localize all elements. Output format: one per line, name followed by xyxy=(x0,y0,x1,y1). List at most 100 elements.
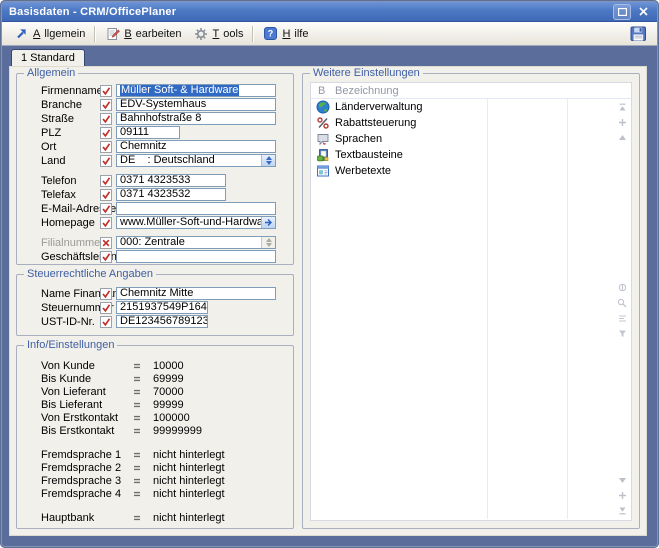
edit-icon xyxy=(105,27,120,41)
scroll-last-icon[interactable] xyxy=(618,506,627,515)
info-value: 99999 xyxy=(153,399,184,411)
check-icon[interactable] xyxy=(100,113,112,125)
field-value: Müller Soft- & Hardware xyxy=(117,85,275,96)
check-icon[interactable] xyxy=(100,99,112,111)
up-arrow-icon xyxy=(266,156,272,160)
firmenname-input[interactable]: Müller Soft- & Hardware xyxy=(116,84,276,97)
info-label: Bis Kunde xyxy=(41,373,133,385)
field-row-geschaftsleitung: Geschäftsleitung xyxy=(41,250,287,263)
dropdown-button xyxy=(261,237,275,248)
field-label: Homepage xyxy=(41,217,100,229)
ust-id-nr-input[interactable]: DE123456789123 xyxy=(116,315,208,328)
telefon-input[interactable]: 0371 4323533 xyxy=(116,174,226,187)
list-item-textbausteine[interactable]: Textbausteine xyxy=(311,147,631,163)
info-value: nicht hinterlegt xyxy=(153,475,225,487)
field-row-plz: PLZ09111 xyxy=(41,126,287,139)
info-row-von-kunde: Von Kunde10000 xyxy=(41,359,287,372)
close-icon[interactable] xyxy=(636,5,650,19)
check-icon[interactable] xyxy=(100,127,112,139)
selected-text: Müller Soft- & Hardware xyxy=(120,85,239,96)
menu-item-hilfe[interactable]: ?Hilfe xyxy=(257,25,314,43)
info-label: Fremdsprache 4 xyxy=(41,488,133,500)
column-header-b[interactable]: B xyxy=(311,85,335,97)
check-icon[interactable] xyxy=(100,189,112,201)
list-item-landerverwaltung[interactable]: Länderverwaltung xyxy=(311,99,631,115)
scroll-first-icon[interactable] xyxy=(618,103,627,112)
info-row-von-lieferant: Von Lieferant70000 xyxy=(41,385,287,398)
filialnummer-select[interactable]: 000: Zentrale xyxy=(116,236,276,249)
help-icon: ? xyxy=(263,27,278,41)
info-value: 99999999 xyxy=(153,425,202,437)
group-title: Allgemein xyxy=(24,67,78,79)
info-label: Bis Erstkontakt xyxy=(41,425,133,437)
filter-icon[interactable] xyxy=(618,329,627,338)
field-row-firmenname: FirmennameMüller Soft- & Hardware xyxy=(41,84,287,97)
group-title: Info/Einstellungen xyxy=(24,339,117,351)
plz-input[interactable]: 09111 xyxy=(116,126,180,139)
scroll-down-icon[interactable] xyxy=(618,476,627,485)
check-icon[interactable] xyxy=(100,85,112,97)
field-value: Bahnhofstraße 8 xyxy=(117,113,275,124)
column-header-bezeichnung[interactable]: Bezeichnung xyxy=(335,85,399,97)
field-value: 2151937549P1644 xyxy=(117,302,207,313)
check-icon[interactable] xyxy=(100,316,112,328)
land-select[interactable]: DE : Deutschland xyxy=(116,154,276,167)
search-icon[interactable] xyxy=(617,298,627,308)
list-item-rabattsteuerung[interactable]: Rabattsteuerung xyxy=(311,115,631,131)
info-label: Von Lieferant xyxy=(41,386,133,398)
scroll-add-icon[interactable] xyxy=(618,118,627,127)
check-icon[interactable] xyxy=(100,302,112,314)
menu-item-label: ilfe xyxy=(294,28,308,40)
gear-icon xyxy=(194,27,209,41)
equals-icon xyxy=(133,362,153,370)
field-label: Telefon xyxy=(41,175,100,187)
group-title: Weitere Einstellungen xyxy=(310,67,423,79)
field-row-ust-id-nr: UST-ID-Nr.DE123456789123 xyxy=(41,315,287,328)
group-steuerrechtliche-angaben: Steuerrechtliche Angaben Name FinanzamtC… xyxy=(16,274,294,336)
check-icon[interactable] xyxy=(100,217,112,229)
save-button[interactable] xyxy=(627,24,649,43)
homepage-input[interactable]: www.Müller-Soft-und-Hardware.de xyxy=(116,216,276,229)
scroll-add-icon[interactable] xyxy=(618,491,627,500)
ort-input[interactable]: Chemnitz xyxy=(116,140,276,153)
dropdown-button[interactable] xyxy=(261,155,275,166)
check-icon[interactable] xyxy=(100,251,112,263)
info-label: Fremdsprache 2 xyxy=(41,462,133,474)
branche-input[interactable]: EDV-Systemhaus xyxy=(116,98,276,111)
restore-icon[interactable] xyxy=(613,4,631,20)
menu-item-tools[interactable]: Tools xyxy=(188,25,250,43)
info-value: nicht hinterlegt xyxy=(153,449,225,461)
name-finanzamt-input[interactable]: Chemnitz Mitte xyxy=(116,287,276,300)
check-icon[interactable] xyxy=(100,141,112,153)
field-label: Ort xyxy=(41,141,100,153)
field-value: EDV-Systemhaus xyxy=(117,99,275,110)
field-value: DE123456789123 xyxy=(117,316,207,327)
menu-item-bearbeiten[interactable]: Bearbeiten xyxy=(99,25,187,43)
strasse-input[interactable]: Bahnhofstraße 8 xyxy=(116,112,276,125)
check-icon[interactable] xyxy=(100,155,112,167)
geschaftsleitung-input[interactable] xyxy=(116,250,276,263)
scroll-up-icon[interactable] xyxy=(618,133,627,142)
menu-item-label: T xyxy=(213,28,220,40)
check-icon[interactable] xyxy=(100,203,112,215)
cross-icon[interactable] xyxy=(100,237,112,249)
menu-item-allgemein[interactable]: Allgemein xyxy=(8,25,91,43)
sort-icon[interactable] xyxy=(618,314,627,323)
field-row-telefax: Telefax0371 4323532 xyxy=(41,188,287,201)
tab-standard[interactable]: 1 Standard xyxy=(11,49,85,66)
check-icon[interactable] xyxy=(100,288,112,300)
equals-icon xyxy=(133,490,153,498)
open-link-button[interactable] xyxy=(261,217,275,228)
e-mail-adresse-input[interactable] xyxy=(116,202,276,215)
list-item-werbetexte[interactable]: Werbetexte xyxy=(311,163,631,179)
info-row-fremdsprache-1: Fremdsprache 1 nicht hinterlegt xyxy=(41,448,287,461)
group-weitere-einstellungen: Weitere Einstellungen B Bezeichnung Länd… xyxy=(302,73,640,529)
check-icon[interactable] xyxy=(100,175,112,187)
list-item-sprachen[interactable]: Sprachen xyxy=(311,131,631,147)
info-label: Fremdsprache 1 xyxy=(41,449,133,461)
filter-off-icon[interactable] xyxy=(618,283,627,292)
steuernummer-input[interactable]: 2151937549P1644 xyxy=(116,301,208,314)
group-allgemein: Allgemein FirmennameMüller Soft- & Hardw… xyxy=(16,73,294,265)
telefax-input[interactable]: 0371 4323532 xyxy=(116,188,226,201)
field-label: Straße xyxy=(41,113,100,125)
